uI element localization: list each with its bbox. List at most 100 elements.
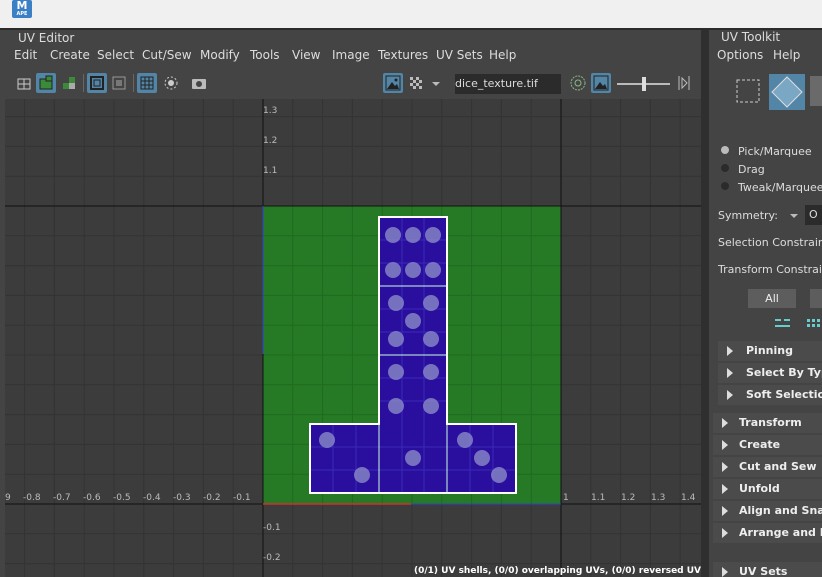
dice-pip (423, 295, 439, 311)
uv-toolkit-title: UV Toolkit (721, 30, 781, 44)
section-label: Cut and Sew (739, 460, 817, 473)
v-axis-label: 1.2 (263, 136, 277, 146)
texture-image-icon[interactable] (591, 73, 611, 93)
texture-globe-icon[interactable] (568, 73, 588, 93)
v-axis-label: -0.2 (263, 553, 281, 563)
uv-checker-icon[interactable] (58, 73, 78, 93)
uv-shell-mode-icon[interactable] (769, 74, 805, 110)
menu-help[interactable]: Help (489, 48, 516, 62)
menu-edit[interactable]: Edit (14, 48, 37, 62)
dice-pip (405, 313, 421, 329)
drag-radio[interactable] (721, 164, 729, 172)
checkerboard-icon[interactable] (406, 73, 426, 93)
uv-viewport[interactable]: 9 -0.8 -0.7 -0.6 -0.5 -0.4 -0.3 -0.2 -0.1 1 1.1 1.2… (5, 99, 701, 577)
menu-textures[interactable]: Textures (378, 48, 428, 62)
section-label: Create (739, 438, 781, 451)
dice-pip (405, 227, 421, 243)
uv-status-text: (0/1) UV shells, (0/0) overlapping UVs, … (414, 566, 707, 576)
v-axis-label: 1.1 (263, 166, 277, 176)
dice-pip (388, 398, 404, 414)
toolkit-menu-help[interactable]: Help (773, 48, 800, 62)
menu-select[interactable]: Select (97, 48, 134, 62)
image-display-toggle-icon[interactable] (383, 73, 403, 93)
chevron-right-icon (722, 506, 728, 516)
window-titlebar: M APE (0, 0, 822, 28)
chevron-down-icon[interactable] (789, 210, 799, 224)
section-create[interactable]: Create (713, 435, 822, 455)
chevron-right-icon (727, 346, 733, 356)
texture-file-field[interactable]: dice_texture.tif (455, 74, 561, 94)
menu-view[interactable]: View (292, 48, 320, 62)
section-align-and-snap[interactable]: Align and Snap (713, 501, 822, 521)
uv-editor-menubar: Edit Create Select Cut/Sew Modify Tools … (5, 46, 701, 66)
u-axis-label: 1.3 (651, 493, 665, 503)
menu-create[interactable]: Create (50, 48, 90, 62)
uv-distortion-icon[interactable] (36, 73, 56, 93)
uv-selection-mode-icon[interactable] (733, 76, 763, 106)
menu-image[interactable]: Image (332, 48, 370, 62)
section-label: UV Sets (739, 565, 788, 577)
menu-modify[interactable]: Modify (200, 48, 240, 62)
shell-border-icon[interactable] (773, 316, 793, 335)
section-uv-sets[interactable]: UV Sets (713, 562, 822, 577)
section-select-by-type[interactable]: Select By Type (718, 363, 822, 383)
uv-grid-select-icon[interactable] (805, 316, 822, 335)
u-axis-label: 1 (563, 493, 569, 503)
section-cut-and-sew[interactable]: Cut and Sew (713, 457, 822, 477)
transform-constraint-label[interactable]: Transform Constrain (718, 263, 822, 276)
dice-pip (425, 227, 441, 243)
section-label: Transform (739, 416, 802, 429)
selection-constraint-label[interactable]: Selection Constraint (718, 236, 822, 249)
exposure-slider-thumb[interactable] (642, 77, 646, 91)
section-pinning[interactable]: Pinning (718, 341, 822, 361)
select-secondary-button[interactable] (810, 289, 822, 308)
drag-label: Drag (738, 163, 765, 176)
v-axis-label: -0.1 (263, 523, 281, 533)
menu-tools[interactable]: Tools (250, 48, 280, 62)
uv-face-mode-icon[interactable] (810, 76, 822, 106)
dice-pip (354, 467, 370, 483)
toolkit-menu-options[interactable]: Options (717, 48, 763, 62)
section-arrange-and-layout[interactable]: Arrange and Lay (713, 523, 822, 543)
symmetry-dropdown[interactable]: O (805, 205, 822, 225)
u-axis-label: -0.6 (83, 493, 101, 503)
section-label: Pinning (746, 344, 793, 357)
section-label: Soft Selection (746, 388, 822, 401)
select-all-button[interactable]: All (748, 289, 796, 308)
u-axis-label: -0.5 (113, 493, 131, 503)
pixel-snap-icon[interactable] (161, 73, 181, 93)
dice-pip (388, 331, 404, 347)
pick-marquee-radio[interactable] (721, 146, 729, 154)
shaded-uv-icon[interactable] (109, 73, 129, 93)
u-axis-label: 1.1 (591, 493, 605, 503)
chevron-right-icon (722, 418, 728, 428)
dice-pip (385, 262, 401, 278)
u-axis-label: -0.7 (53, 493, 71, 503)
u-axis-label: 1.4 (681, 493, 696, 503)
menu-cut-sew[interactable]: Cut/Sew (142, 48, 192, 62)
menu-uv-sets[interactable]: UV Sets (436, 48, 483, 62)
u-axis-label: -0.1 (233, 493, 251, 503)
expand-toolbar-icon[interactable] (673, 73, 693, 93)
grid-icon[interactable] (137, 73, 157, 93)
section-label: Align and Snap (739, 504, 822, 517)
section-unfold[interactable]: Unfold (713, 479, 822, 499)
panel-divider[interactable] (701, 30, 709, 577)
section-soft-selection[interactable]: Soft Selection (718, 385, 822, 405)
dice-pip (405, 262, 421, 278)
dice-pip (385, 227, 401, 243)
dice-pip (388, 295, 404, 311)
dice-pip (457, 432, 473, 448)
symmetry-label: Symmetry: (718, 209, 778, 222)
uv-grid-canvas[interactable]: 9 -0.8 -0.7 -0.6 -0.5 -0.4 -0.3 -0.2 -0.1 1 1.1 1.2… (5, 99, 701, 577)
tweak-marquee-radio[interactable] (721, 182, 729, 190)
chevron-down-icon[interactable] (430, 73, 442, 93)
chevron-right-icon (722, 484, 728, 494)
u-axis-label: 9 (5, 493, 11, 503)
dice-pip (491, 467, 507, 483)
section-label: Unfold (739, 482, 780, 495)
camera-snapshot-icon[interactable] (189, 73, 209, 93)
section-transform[interactable]: Transform (713, 413, 822, 433)
display-image-icon[interactable] (87, 73, 107, 93)
uv-shell-grid-icon[interactable] (14, 73, 34, 93)
